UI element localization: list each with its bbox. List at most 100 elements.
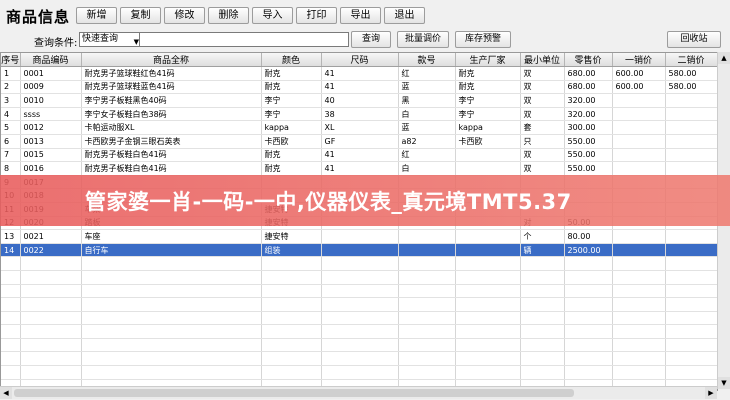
search-input[interactable] <box>139 32 349 47</box>
table-cell: 13 <box>1 229 21 244</box>
stock-alert-button[interactable]: 库存预警 <box>455 31 511 48</box>
table-row[interactable]: 6 0013 卡西欧男子金钢三眼石英表 卡西欧 GF a82 卡西欧只 550.00 <box>1 134 717 149</box>
table-row[interactable]: 4 ssss 李宁女子板鞋白色38码 李宁 38 白李宁双 320.00 <box>1 107 717 122</box>
table-cell: 41 <box>321 148 399 163</box>
table-cell <box>520 324 565 339</box>
search-mode-select[interactable]: 快速查询 ▼ <box>79 32 141 47</box>
table-cell: 0022 <box>20 243 82 258</box>
new-button[interactable]: 新增 <box>76 7 117 24</box>
query-button[interactable]: 查询 <box>351 31 391 48</box>
table-row[interactable]: 7 0015 耐克男子板鞋白色41码 耐克 41 红 双 550.00 <box>1 148 717 163</box>
table-row[interactable]: 13 0021 车座 捷安特 个 80.00 <box>1 229 717 244</box>
scroll-up-icon[interactable]: ▲ <box>718 52 730 64</box>
column-header[interactable]: 尺码 <box>321 53 399 67</box>
table-cell <box>520 311 565 326</box>
table-row[interactable]: 14 0022 自行车 组装 辆 2500.00 <box>1 243 717 258</box>
table-cell <box>455 243 521 258</box>
table-cell: 3 <box>1 93 21 108</box>
table-cell: 李宁 <box>455 107 521 122</box>
table-cell <box>612 351 666 367</box>
table-cell <box>564 297 613 312</box>
export-button[interactable]: 导出 <box>340 7 381 24</box>
table-cell <box>520 365 565 380</box>
table-cell: 耐克男子篮球鞋红色41码 <box>81 66 262 81</box>
app-window: 商品信息 新增 复制 修改 删除 导入 打印 导出 退出 查询条件: 快速查询 … <box>0 0 730 400</box>
table-row[interactable]: 3 0010 李宁男子板鞋黑色40码 李宁 40 黑李宁双 320.00 <box>1 93 717 108</box>
horizontal-scrollbar[interactable]: ◀ ▶ <box>0 386 717 399</box>
table-cell <box>20 324 82 339</box>
table-cell <box>81 351 262 367</box>
table-cell: 李宁男子板鞋黑色40码 <box>81 93 262 108</box>
table-cell <box>261 256 322 271</box>
table-cell <box>1 270 21 285</box>
table-cell: 40 <box>321 93 399 108</box>
empty-row <box>1 270 717 285</box>
column-header[interactable]: 颜色 <box>261 53 322 67</box>
column-header[interactable]: 最小单位 <box>520 53 565 67</box>
column-header[interactable]: 商品编码 <box>20 53 82 67</box>
table-cell: 双 <box>520 161 565 176</box>
table-row[interactable]: 8 0016 耐克男子板鞋白色41码 耐克 41 白 双 550.00 <box>1 161 717 176</box>
table-cell: 双 <box>520 107 565 122</box>
exit-button[interactable]: 退出 <box>384 7 425 24</box>
table-cell <box>81 338 262 353</box>
table-cell <box>564 338 613 353</box>
scrollbar-thumb[interactable] <box>14 389 574 397</box>
scroll-right-icon[interactable]: ▶ <box>705 387 717 399</box>
table-cell <box>1 365 21 380</box>
table-cell: 红 <box>398 148 456 163</box>
table-cell: 300.00 <box>564 120 613 135</box>
table-cell <box>520 338 565 353</box>
table-cell <box>455 270 521 285</box>
table-row[interactable]: 5 0012 卡帕运动服XL kappa XL 蓝 kappa 套 300.00 <box>1 120 717 135</box>
table-cell: 7 <box>1 148 21 163</box>
table-cell: 耐克男子板鞋白色41码 <box>81 161 262 176</box>
table-cell <box>612 256 666 271</box>
table-cell: 0001 <box>20 66 82 81</box>
table-cell <box>20 284 82 299</box>
table-cell <box>81 256 262 271</box>
table-cell <box>564 256 613 271</box>
edit-button[interactable]: 修改 <box>164 7 205 24</box>
table-cell <box>321 243 399 258</box>
column-header[interactable]: 商品全称 <box>81 53 262 67</box>
delete-button[interactable]: 删除 <box>208 7 249 24</box>
column-header[interactable]: 二销价 <box>665 53 717 67</box>
table-cell <box>1 284 21 299</box>
table-cell: a82 <box>398 134 456 149</box>
table-row[interactable]: 1 0001 耐克男子篮球鞋红色41码 耐克 41 红耐克双 680.00 600.00 580… <box>1 66 717 81</box>
column-header[interactable]: 生产厂家 <box>455 53 521 67</box>
table-cell <box>398 297 456 312</box>
table-cell: 双 <box>520 148 565 163</box>
table-cell: 580.00 <box>665 66 717 81</box>
empty-row <box>1 351 717 367</box>
table-cell <box>612 270 666 285</box>
recycle-bin-button[interactable]: 回收站 <box>667 31 721 48</box>
empty-row <box>1 297 717 312</box>
table-cell <box>612 338 666 353</box>
column-header[interactable]: 序号 <box>1 53 21 67</box>
batch-price-button[interactable]: 批量调价 <box>397 31 449 48</box>
table-cell <box>455 297 521 312</box>
print-button[interactable]: 打印 <box>296 7 337 24</box>
column-header[interactable]: 款号 <box>398 53 456 67</box>
table-cell: 自行车 <box>81 243 262 258</box>
copy-button[interactable]: 复制 <box>120 7 161 24</box>
table-cell <box>612 229 666 244</box>
table-cell: 0012 <box>20 120 82 135</box>
table-cell <box>455 256 521 271</box>
table-cell: 0016 <box>20 161 82 176</box>
table-cell: GF <box>321 134 399 149</box>
table-cell <box>261 324 322 339</box>
import-button[interactable]: 导入 <box>252 7 293 24</box>
table-row[interactable]: 2 0009 耐克男子篮球鞋蓝色41码 耐克 41 蓝耐克双 680.00 600.00 580… <box>1 80 717 95</box>
empty-row <box>1 311 717 326</box>
table-cell <box>398 270 456 285</box>
column-header[interactable]: 一销价 <box>612 53 666 67</box>
table-cell <box>321 270 399 285</box>
table-cell <box>1 324 21 339</box>
scroll-left-icon[interactable]: ◀ <box>0 387 12 399</box>
column-header[interactable]: 零售价 <box>564 53 613 67</box>
table-cell: XL <box>321 120 399 135</box>
scroll-down-icon[interactable]: ▼ <box>718 377 730 389</box>
